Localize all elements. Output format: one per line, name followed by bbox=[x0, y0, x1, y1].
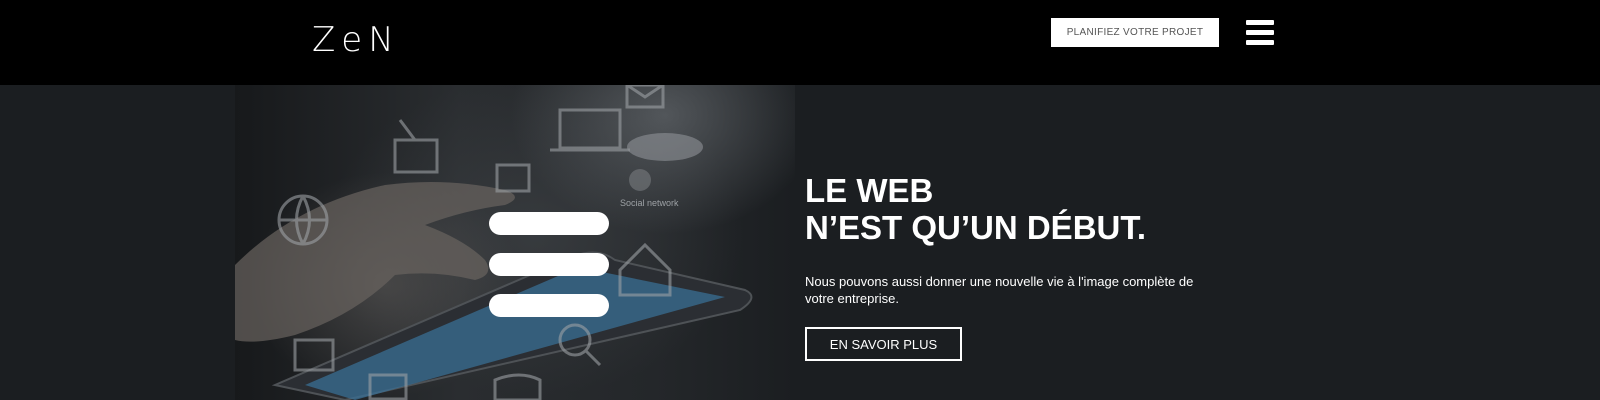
hero-description: Nous pouvons aussi donner une nouvelle v… bbox=[805, 274, 1194, 306]
hero-headline: LE WEB N’EST QU’UN DÉBUT. bbox=[805, 172, 1146, 246]
headline-line-2: N’EST QU’UN DÉBUT. bbox=[805, 209, 1147, 246]
social-network-caption: Social network bbox=[620, 198, 679, 208]
hero-section: Social network LE WEB N’EST QU’UN DÉBUT.… bbox=[0, 85, 1600, 400]
top-navigation-bar: ZeN PLANIFIEZ VOTRE PROJET bbox=[0, 0, 1600, 85]
headline-line-1: LE WEB bbox=[805, 172, 934, 209]
hamburger-menu-icon[interactable] bbox=[1246, 20, 1274, 46]
learn-more-button[interactable]: EN SAVOIR PLUS bbox=[805, 327, 962, 361]
hamburger-menu-icon[interactable] bbox=[489, 212, 609, 317]
zen-logo[interactable]: ZeN bbox=[312, 23, 400, 57]
plan-project-button[interactable]: PLANIFIEZ VOTRE PROJET bbox=[1051, 18, 1219, 47]
